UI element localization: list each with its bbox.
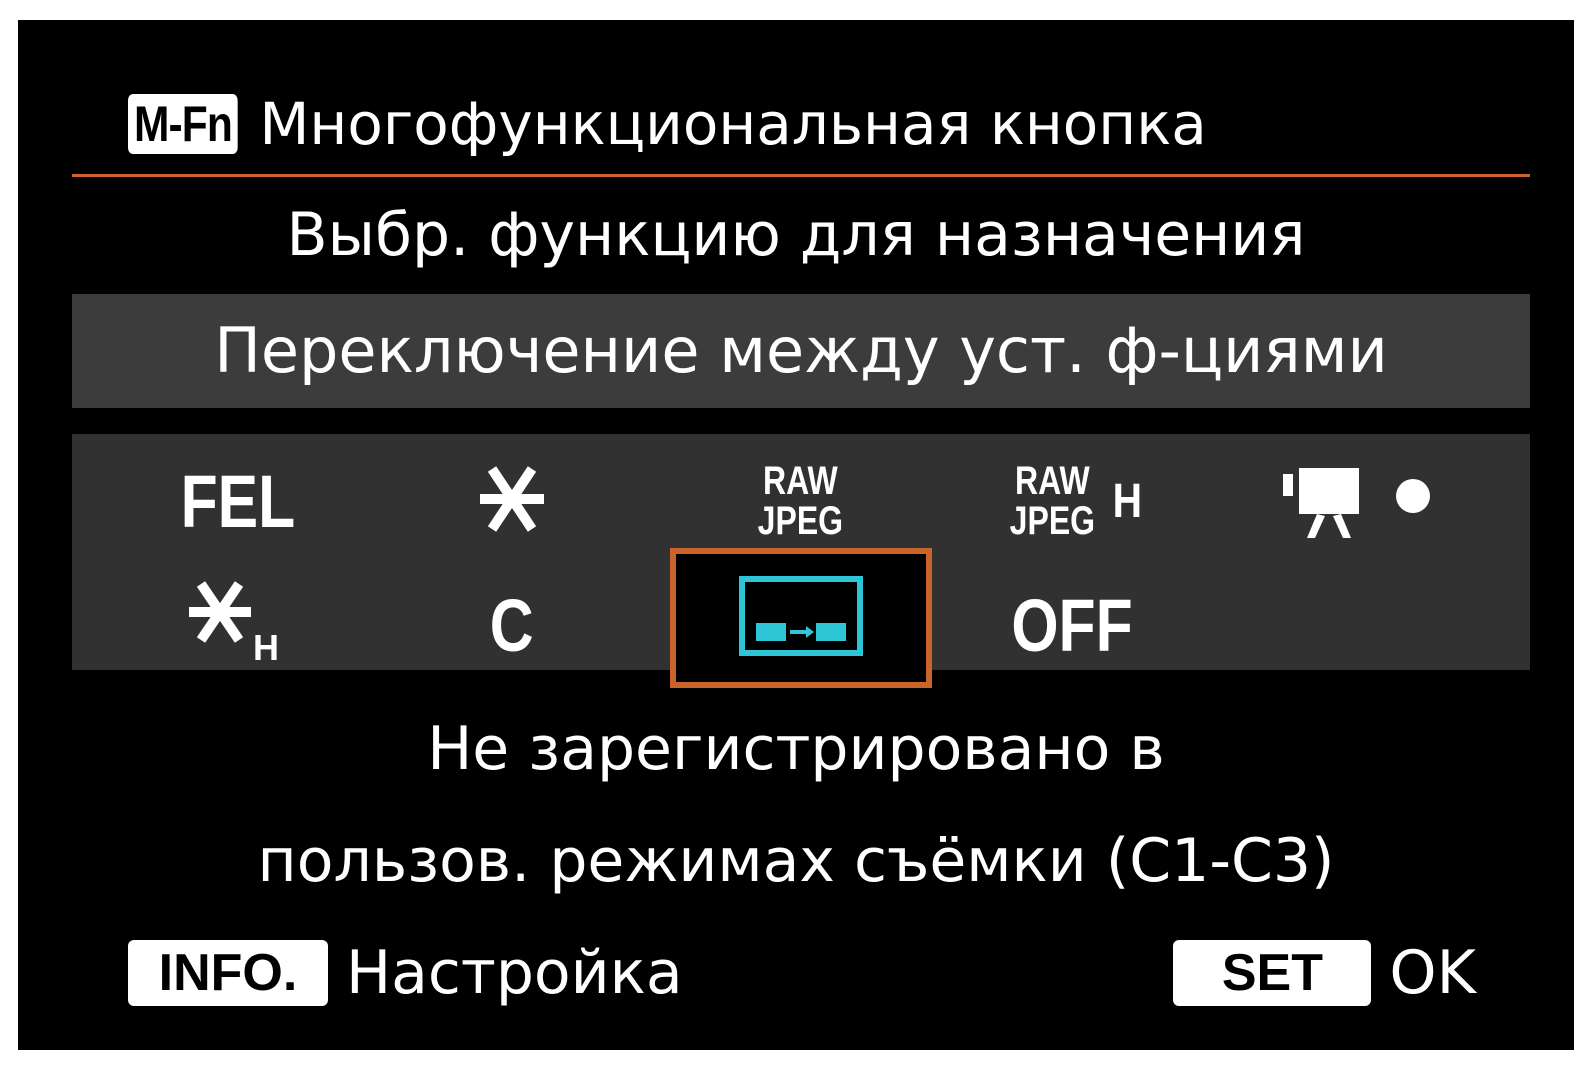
option-ae-lock[interactable] xyxy=(382,436,642,566)
instruction-text: Выбр. функцию для назначения xyxy=(286,200,1306,270)
info-action-label: Настройка xyxy=(346,938,683,1008)
ok-action-label: OK xyxy=(1389,938,1476,1008)
camera-menu-screen: M-Fn Многофункциональная кнопка Выбр. фу… xyxy=(18,20,1574,1050)
info-line-1: Не зарегистрировано в xyxy=(427,714,1165,784)
fel-label: FEL xyxy=(180,459,296,543)
mfn-badge: M-Fn xyxy=(128,94,238,154)
option-switch-registered-functions[interactable] xyxy=(670,548,932,688)
asterisk-icon xyxy=(472,459,552,543)
footer-set-hint[interactable]: SET OK xyxy=(1173,940,1476,1006)
selected-function-name: Переключение между уст. ф-циями xyxy=(72,294,1530,408)
svg-text:H: H xyxy=(253,627,279,668)
info-line-2: пользов. режимах съёмки (С1-С3) xyxy=(257,826,1335,896)
option-c[interactable]: C xyxy=(382,560,642,690)
option-fel[interactable]: FEL xyxy=(108,436,368,566)
asterisk-hold-icon: H xyxy=(183,578,293,672)
movie-record-icon xyxy=(1273,454,1443,548)
option-off[interactable]: OFF xyxy=(942,560,1202,690)
c-label: C xyxy=(490,583,534,667)
option-raw-jpeg[interactable]: RAW JPEG xyxy=(670,436,930,566)
switch-registered-functions-icon xyxy=(736,573,866,663)
option-ae-lock-hold[interactable]: H xyxy=(108,560,368,690)
set-key-badge: SET xyxy=(1173,940,1372,1006)
raw-jpeg-h-icon: RAW JPEG H xyxy=(1009,459,1143,543)
off-label: OFF xyxy=(1011,583,1133,667)
option-raw-jpeg-h[interactable]: RAW JPEG H xyxy=(942,436,1202,566)
header-divider xyxy=(72,174,1530,177)
option-movie-record[interactable] xyxy=(1228,436,1488,566)
footer-info-hint[interactable]: INFO. Настройка xyxy=(128,940,683,1006)
header: M-Fn Многофункциональная кнопка xyxy=(128,84,1207,164)
function-grid: FEL RAW JPEG RAW JPEG H H C OFF xyxy=(72,434,1530,688)
raw-jpeg-icon: RAW JPEG xyxy=(757,459,843,543)
page-title: Многофункциональная кнопка xyxy=(259,90,1207,158)
info-key-badge: INFO. xyxy=(128,940,328,1006)
